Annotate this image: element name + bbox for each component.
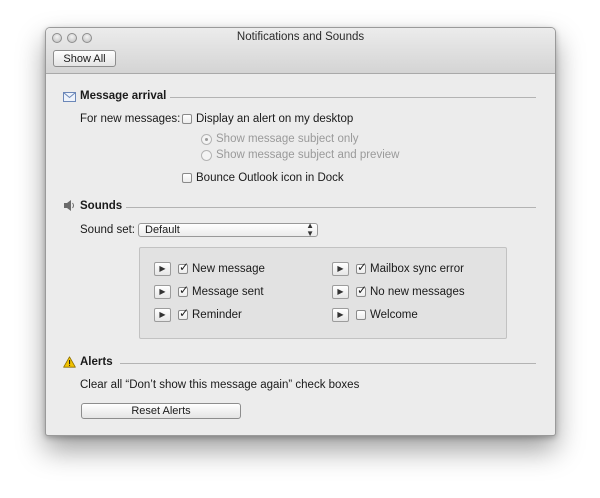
subject-preview-radio[interactable] bbox=[201, 150, 212, 161]
sound-set-select[interactable]: Default ▲ ▼ bbox=[138, 221, 318, 238]
message-arrival-heading: Message arrival bbox=[80, 90, 167, 102]
play-icon[interactable]: ▶ bbox=[154, 308, 171, 322]
alerts-description: Clear all “Don’t show this message again… bbox=[80, 379, 360, 391]
play-icon[interactable]: ▶ bbox=[332, 308, 349, 322]
select-arrows-icon: ▲ ▼ bbox=[306, 221, 314, 238]
sounds-heading: Sounds bbox=[80, 200, 123, 212]
sound-set-value: Default bbox=[145, 224, 180, 236]
subject-only-radio[interactable] bbox=[201, 134, 212, 145]
alerts-heading: Alerts bbox=[80, 356, 113, 368]
sound-message-sent-label[interactable]: Message sent bbox=[192, 286, 264, 298]
checkmark-icon: ✓ bbox=[357, 260, 368, 274]
sound-reminder-checkbox[interactable]: ✓ bbox=[178, 306, 189, 320]
speaker-icon bbox=[64, 200, 74, 211]
play-icon[interactable]: ▶ bbox=[332, 262, 349, 276]
bounce-icon-label[interactable]: Bounce Outlook icon in Dock bbox=[196, 172, 344, 184]
checkmark-icon: ✓ bbox=[179, 306, 190, 320]
play-icon[interactable]: ▶ bbox=[332, 285, 349, 299]
sound-no-new-messages-checkbox[interactable]: ✓ bbox=[356, 283, 367, 297]
display-alert-checkbox[interactable] bbox=[182, 114, 192, 124]
checkmark-icon: ✓ bbox=[179, 260, 190, 274]
alerts-divider bbox=[120, 363, 536, 364]
subject-preview-label: Show message subject and preview bbox=[216, 149, 400, 161]
show-all-button[interactable]: Show All bbox=[53, 50, 116, 67]
preferences-window: Notifications and Sounds Show All Messag… bbox=[45, 27, 556, 436]
sound-mailbox-sync-error-checkbox[interactable]: ✓ bbox=[356, 260, 367, 274]
play-icon[interactable]: ▶ bbox=[154, 262, 171, 276]
sound-set-label: Sound set: bbox=[80, 224, 135, 236]
envelope-icon bbox=[63, 92, 76, 102]
window-title: Notifications and Sounds bbox=[236, 31, 365, 43]
display-alert-label[interactable]: Display an alert on my desktop bbox=[196, 113, 353, 125]
bounce-icon-checkbox[interactable] bbox=[182, 173, 192, 183]
title-bar: Notifications and Sounds Show All bbox=[46, 28, 555, 74]
reset-alerts-button[interactable]: Reset Alerts bbox=[81, 403, 241, 419]
message-arrival-divider bbox=[170, 97, 536, 98]
play-icon[interactable]: ▶ bbox=[154, 285, 171, 299]
checkmark-icon: ✓ bbox=[179, 283, 190, 297]
sound-new-message-label[interactable]: New message bbox=[192, 263, 265, 275]
sound-welcome-checkbox[interactable] bbox=[356, 310, 366, 320]
sound-reminder-label[interactable]: Reminder bbox=[192, 309, 242, 321]
sound-mailbox-sync-error-label[interactable]: Mailbox sync error bbox=[370, 263, 464, 275]
for-new-messages-label: For new messages: bbox=[80, 113, 181, 125]
sounds-panel: ▶ ✓ New message ▶ ✓ Message sent ▶ ✓ Rem… bbox=[139, 247, 507, 339]
sound-welcome-label[interactable]: Welcome bbox=[370, 309, 418, 321]
checkmark-icon: ✓ bbox=[357, 283, 368, 297]
warning-icon bbox=[63, 356, 76, 368]
sound-message-sent-checkbox[interactable]: ✓ bbox=[178, 283, 189, 297]
sounds-divider bbox=[126, 207, 536, 208]
subject-only-label: Show message subject only bbox=[216, 133, 359, 145]
sound-no-new-messages-label[interactable]: No new messages bbox=[370, 286, 465, 298]
sound-new-message-checkbox[interactable]: ✓ bbox=[178, 260, 189, 274]
